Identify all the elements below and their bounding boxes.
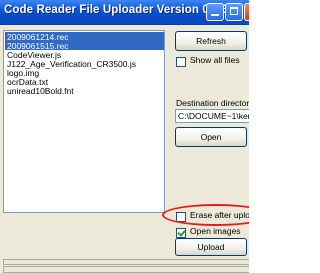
- status-bar-panel: [3, 266, 249, 273]
- uploader-window: Code Reader File Uploader Version 0006 2…: [0, 0, 249, 273]
- show-all-files-label: Show all files: [190, 55, 240, 65]
- erase-after-upload-label: Erase after upload: [190, 210, 249, 220]
- file-list[interactable]: 2009061214.rec 2009061515.rec CodeViewer…: [3, 30, 165, 213]
- maximize-icon: [230, 7, 238, 15]
- window-title: Code Reader File Uploader Version 0006: [4, 4, 229, 16]
- open-button-label: Open: [200, 132, 222, 142]
- refresh-button-label: Refresh: [196, 36, 226, 46]
- minimize-button[interactable]: [206, 3, 224, 21]
- open-images-checkbox[interactable]: [176, 228, 186, 238]
- show-all-files-checkbox[interactable]: [176, 57, 186, 67]
- minimize-icon: [211, 14, 219, 16]
- file-list-item[interactable]: J122_Age_Verification_CR3500.js: [5, 59, 164, 69]
- destination-directory-field[interactable]: C:\DOCUME~1\kem: [175, 109, 249, 123]
- file-list-item[interactable]: logo.img: [5, 68, 164, 78]
- open-images-label: Open images: [190, 226, 241, 236]
- file-list-item[interactable]: CodeViewer.js: [5, 50, 164, 60]
- title-bar[interactable]: Code Reader File Uploader Version 0006: [0, 0, 249, 25]
- destination-directory-label: Destination directory: [176, 98, 249, 108]
- file-list-item[interactable]: 2009061515.rec: [5, 41, 164, 51]
- erase-after-upload-checkbox[interactable]: [176, 212, 186, 222]
- upload-button[interactable]: Upload: [175, 238, 247, 256]
- upload-button-label: Upload: [197, 242, 225, 252]
- file-list-item[interactable]: ocrData.txt: [5, 77, 164, 87]
- refresh-button[interactable]: Refresh: [175, 31, 247, 51]
- status-bar-panel: [3, 259, 249, 265]
- file-list-item[interactable]: 2009061214.rec: [5, 32, 164, 42]
- open-button[interactable]: Open: [175, 127, 247, 147]
- maximize-button[interactable]: [225, 3, 243, 21]
- close-button[interactable]: [244, 3, 249, 21]
- file-list-item[interactable]: uniread10Bold.fnt: [5, 86, 164, 96]
